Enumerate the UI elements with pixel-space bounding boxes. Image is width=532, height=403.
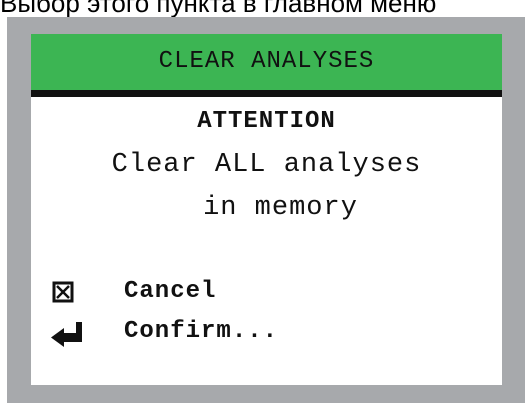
message-line-2: in memory bbox=[203, 193, 358, 223]
dialog-title: CLEAR ANALYSES bbox=[158, 48, 375, 75]
confirm-label: Confirm... bbox=[124, 318, 279, 345]
cancel-label: Cancel bbox=[124, 278, 217, 305]
title-bar: CLEAR ANALYSES bbox=[31, 34, 502, 97]
confirm-option[interactable]: Confirm... bbox=[31, 314, 502, 350]
message-line-1: Clear ALL analyses bbox=[111, 150, 422, 180]
attention-heading: ATTENTION bbox=[197, 108, 336, 135]
page: Выбор этого пункта в главном меню CLEAR … bbox=[0, 0, 532, 403]
cancel-option[interactable]: Cancel bbox=[31, 274, 502, 310]
page-caption: Выбор этого пункта в главном меню bbox=[0, 0, 437, 18]
enter-arrow-icon bbox=[49, 318, 83, 348]
dialog-screen: CLEAR ANALYSES ATTENTION Clear ALL analy… bbox=[31, 34, 502, 385]
checkbox-x-icon bbox=[49, 278, 83, 308]
